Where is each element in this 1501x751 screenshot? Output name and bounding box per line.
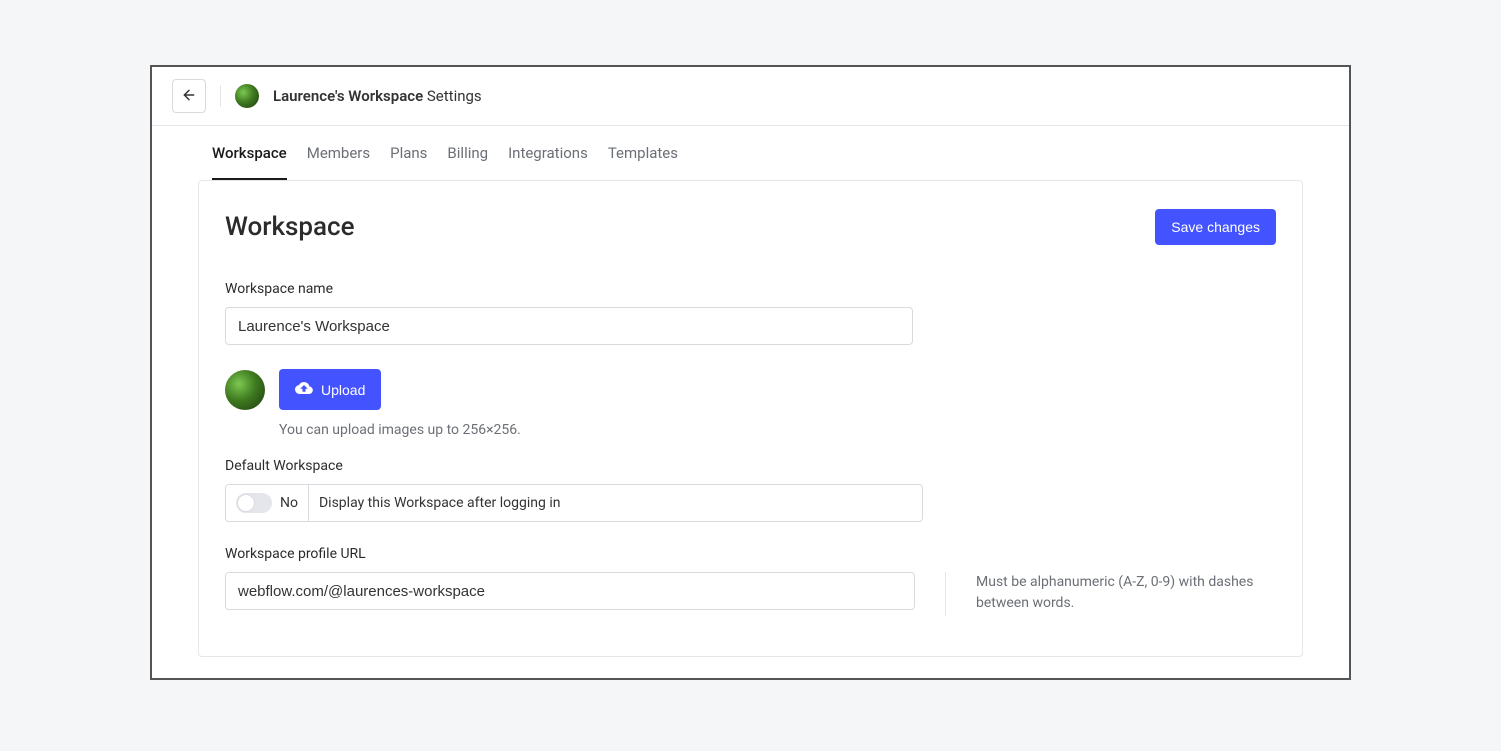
tab-billing[interactable]: Billing — [447, 126, 488, 180]
topbar: Laurence's Workspace Settings — [152, 67, 1349, 126]
upload-label: Upload — [321, 382, 365, 398]
workspace-panel: Workspace Save changes Workspace name Up… — [198, 180, 1303, 657]
tab-integrations[interactable]: Integrations — [508, 126, 588, 180]
back-button[interactable] — [172, 79, 206, 113]
toggle-cell: No — [226, 485, 309, 521]
settings-suffix: Settings — [427, 87, 482, 105]
default-workspace-toggle[interactable] — [236, 493, 272, 513]
workspace-name: Laurence's Workspace — [273, 87, 423, 105]
upload-button[interactable]: Upload — [279, 369, 381, 410]
profile-url-input[interactable] — [225, 572, 915, 610]
default-workspace-label: Default Workspace — [225, 458, 1276, 474]
tab-templates[interactable]: Templates — [608, 126, 678, 180]
panel-heading: Workspace — [225, 212, 355, 242]
page-title: Laurence's Workspace Settings — [273, 87, 482, 105]
save-changes-button[interactable]: Save changes — [1155, 209, 1276, 245]
workspace-avatar-large — [225, 370, 265, 410]
toggle-description: Display this Workspace after logging in — [309, 485, 570, 521]
panel-header: Workspace Save changes — [225, 209, 1276, 245]
profile-url-hint: Must be alphanumeric (A-Z, 0-9) with das… — [976, 572, 1276, 614]
profile-url-row: Must be alphanumeric (A-Z, 0-9) with das… — [225, 572, 1276, 616]
arrow-left-icon — [181, 87, 197, 106]
workspace-name-label: Workspace name — [225, 281, 1276, 297]
default-workspace-toggle-row: No Display this Workspace after logging … — [225, 484, 923, 522]
settings-window: Laurence's Workspace Settings Workspace … — [150, 65, 1351, 680]
profile-url-label: Workspace profile URL — [225, 546, 1276, 562]
tab-plans[interactable]: Plans — [390, 126, 427, 180]
default-workspace-field: Default Workspace No Display this Worksp… — [225, 458, 1276, 522]
workspace-name-field: Workspace name — [225, 281, 1276, 345]
profile-url-field: Workspace profile URL Must be alphanumer… — [225, 546, 1276, 616]
workspace-avatar-small — [235, 84, 259, 108]
divider — [945, 572, 946, 616]
toggle-state: No — [280, 495, 298, 511]
divider — [220, 85, 221, 107]
tabs: Workspace Members Plans Billing Integrat… — [152, 126, 1349, 181]
cloud-upload-icon — [295, 379, 313, 400]
toggle-knob — [237, 494, 255, 512]
tab-workspace[interactable]: Workspace — [212, 126, 287, 180]
upload-hint: You can upload images up to 256×256. — [279, 422, 1276, 438]
tab-members[interactable]: Members — [307, 126, 370, 180]
workspace-name-input[interactable] — [225, 307, 913, 345]
avatar-upload-row: Upload — [225, 369, 1276, 410]
